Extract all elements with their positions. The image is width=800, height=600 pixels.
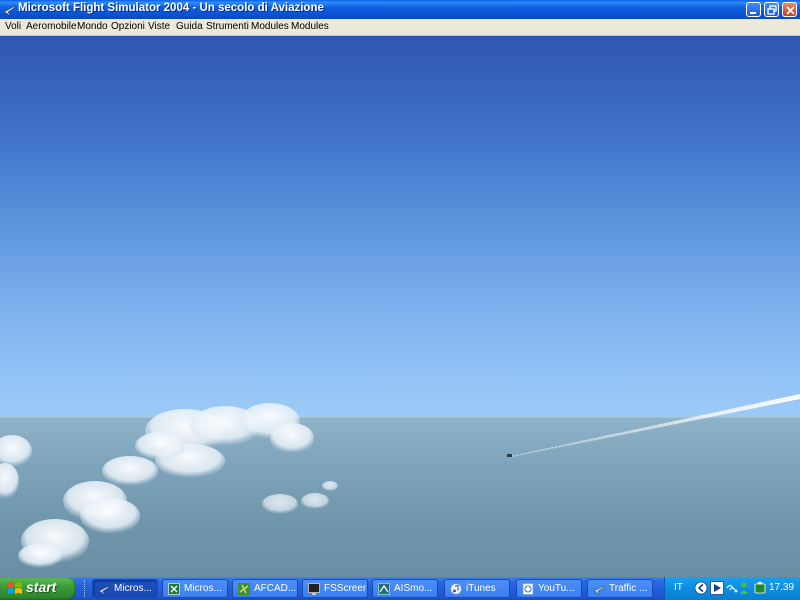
media-play-icon[interactable]	[710, 581, 724, 595]
taskbar-button-aismooth[interactable]: AISmo...	[372, 579, 438, 598]
contrail	[512, 394, 800, 457]
taskbar-button-label: iTunes	[466, 583, 496, 594]
taskbar-button-afcad[interactable]: AFCAD...	[232, 579, 298, 598]
window-title-bar[interactable]: Microsoft Flight Simulator 2004 - Un sec…	[0, 0, 800, 19]
menu-item-aeromobile[interactable]: Aeromobile	[26, 21, 77, 32]
language-indicator[interactable]: IT	[674, 582, 683, 593]
menu-bar: Voli Aeromobile Mondo Opzioni Viste Guid…	[0, 19, 800, 36]
menu-item-modules-2[interactable]: Modules	[291, 21, 329, 32]
menu-item-modules-1[interactable]: Modules	[251, 21, 289, 32]
taskbar-button-label: AFCAD...	[254, 583, 296, 594]
clock[interactable]: 17.39	[769, 582, 794, 593]
taskbar-button-itunes[interactable]: iTunes	[444, 579, 510, 598]
window-title: Microsoft Flight Simulator 2004 - Un sec…	[18, 2, 324, 14]
cloud-cluster-left	[0, 435, 140, 568]
aircraft	[507, 454, 512, 457]
minimize-icon	[750, 12, 756, 14]
restore-icon	[767, 5, 777, 15]
menu-item-mondo[interactable]: Mondo	[77, 21, 108, 32]
msn-icon[interactable]	[739, 581, 753, 595]
cloud-cluster-upper	[102, 403, 314, 486]
menu-item-strumenti[interactable]: Strumenti	[206, 21, 249, 32]
taskbar-button-label: YouTu...	[538, 583, 575, 594]
airplane-icon	[593, 585, 605, 595]
restore-button[interactable]	[764, 2, 779, 17]
taskbar-button-youtube[interactable]: YouTu...	[516, 579, 582, 598]
aismooth-icon	[378, 583, 390, 595]
menu-item-opzioni[interactable]: Opzioni	[111, 21, 145, 32]
system-tray: IT 17.39	[664, 577, 800, 600]
taskbar-button-fsscreen[interactable]: FSScreen	[302, 579, 368, 598]
airplane-icon	[98, 585, 110, 595]
taskbar-button-traffic[interactable]: Traffic ...	[587, 579, 653, 598]
taskbar-button-label: Micros...	[114, 583, 152, 594]
network-icon[interactable]	[725, 581, 739, 595]
taskbar-button-excel[interactable]: Micros...	[162, 579, 228, 598]
close-icon	[786, 6, 795, 15]
taskbar-button-flightsim[interactable]: Micros...	[92, 579, 158, 598]
scene-overlay	[0, 394, 800, 568]
battery-icon[interactable]	[753, 581, 767, 595]
close-button[interactable]	[782, 2, 797, 17]
flight-view[interactable]	[0, 36, 800, 577]
taskbar-button-label: FSScreen	[324, 583, 366, 594]
taskbar: start Micros... Micros... AFCAD... FSScr…	[0, 577, 800, 600]
afcad-icon	[238, 583, 250, 595]
taskbar-button-label: Micros...	[184, 583, 222, 594]
fsscreen-icon	[308, 583, 320, 595]
taskbar-grip[interactable]	[84, 580, 88, 597]
excel-icon	[168, 583, 180, 595]
itunes-icon	[450, 583, 462, 595]
back-arrow-icon[interactable]	[694, 581, 708, 595]
start-button[interactable]: start	[0, 577, 76, 600]
minimize-button[interactable]	[746, 2, 761, 17]
menu-item-viste[interactable]: Viste	[148, 21, 170, 32]
taskbar-button-label: AISmo...	[394, 583, 433, 594]
taskbar-button-label: Traffic ...	[609, 583, 648, 594]
airplane-icon	[3, 5, 16, 16]
windows-logo-icon	[8, 582, 22, 594]
menu-item-voli[interactable]: Voli	[5, 21, 21, 32]
start-label: start	[26, 579, 57, 595]
menu-item-guida[interactable]: Guida	[176, 21, 203, 32]
youtube-page-icon	[522, 583, 534, 595]
cloud-patches	[262, 481, 338, 514]
